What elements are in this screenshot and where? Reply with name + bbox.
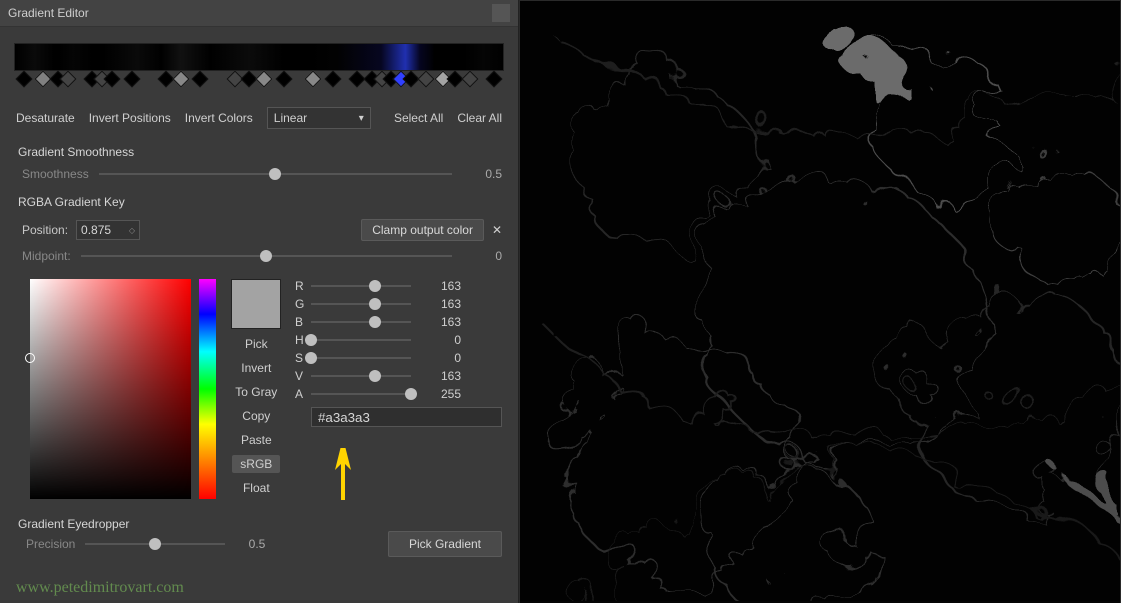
watermark-text: www.petedimitrovart.com [16,579,184,597]
close-icon[interactable]: ✕ [492,223,502,237]
window-title: Gradient Editor [8,6,89,20]
channel-slider-r[interactable] [311,279,411,293]
window-titlebar: Gradient Editor [0,0,518,27]
midpoint-slider[interactable] [81,249,452,263]
gradient-stop[interactable] [304,71,321,88]
interpolation-selected-label: Linear [274,111,307,125]
channel-label: H [295,333,305,347]
to-gray-button[interactable]: To Gray [235,383,277,401]
invert-colors-button[interactable]: Invert Colors [185,111,253,125]
channel-row-g: G 163 [295,297,502,311]
channel-slider-b[interactable] [311,315,411,329]
precision-slider[interactable] [85,537,225,551]
gradient-editor-panel: Gradient Editor Desaturate Invert Positi… [0,0,519,603]
gradient-stop[interactable] [486,71,503,88]
channel-row-r: R 163 [295,279,502,293]
texture-preview[interactable] [519,0,1121,603]
channel-label: G [295,297,305,311]
eyedropper-header: Gradient Eyedropper [0,503,518,533]
hue-bar[interactable] [199,279,216,499]
gradient-stop[interactable] [255,71,272,88]
gradient-stop[interactable] [417,71,434,88]
srgb-toggle[interactable]: sRGB [232,455,280,473]
hex-row [295,407,502,427]
channel-value: 163 [417,315,461,329]
gradient-stop[interactable] [324,71,341,88]
channel-row-s: S0 [295,351,502,365]
color-actions-column: Pick Invert To Gray Copy Paste sRGB Floa… [230,279,283,499]
position-value: 0.875 [81,223,111,237]
channel-label: S [295,351,305,365]
channel-value: 163 [417,297,461,311]
channel-label: V [295,369,305,383]
float-toggle[interactable]: Float [243,479,270,497]
midpoint-label: Midpoint: [22,249,71,263]
channel-label: A [295,387,305,401]
smoothness-label: Smoothness [22,167,89,181]
channel-value: 0 [417,333,461,347]
channel-row-b: B 163 [295,315,502,329]
channel-slider-h[interactable] [311,333,411,347]
channel-value: 163 [417,279,461,293]
select-all-button[interactable]: Select All [394,111,443,125]
channel-label: B [295,315,305,329]
position-label: Position: [22,223,68,237]
invert-button[interactable]: Invert [241,359,271,377]
channel-row-v: V 163 [295,369,502,383]
desaturate-button[interactable]: Desaturate [16,111,75,125]
paste-button[interactable]: Paste [241,431,272,449]
clamp-output-color-button[interactable]: Clamp output color [361,219,484,241]
current-color-swatch[interactable] [231,279,281,329]
smoothness-header: Gradient Smoothness [0,135,518,163]
close-icon[interactable] [492,4,510,22]
pick-button[interactable]: Pick [245,335,268,353]
sv-cursor-icon [25,353,35,363]
interpolation-select[interactable]: Linear ▾ [267,107,371,129]
gradient-stop[interactable] [123,71,140,88]
color-picker-block: Pick Invert To Gray Copy Paste sRGB Floa… [0,267,518,503]
chevron-down-icon: ▾ [359,113,364,124]
rgba-key-header: RGBA Gradient Key [0,185,518,213]
gradient-stop[interactable] [104,71,121,88]
channel-value: 163 [417,369,461,383]
smoothness-slider[interactable] [99,167,452,181]
gradient-stop[interactable] [192,71,209,88]
channel-sliders: R163G163B163H0S0V163A255 [295,279,502,499]
smoothness-value: 0.5 [462,167,502,181]
precision-value: 0.5 [235,537,265,551]
clear-all-button[interactable]: Clear All [457,111,502,125]
precision-label: Precision [26,537,75,551]
gradient-strip[interactable] [14,43,504,71]
channel-value: 255 [417,387,461,401]
midpoint-value: 0 [462,249,502,263]
gradient-stop[interactable] [59,71,76,88]
channel-row-h: H0 [295,333,502,347]
gradient-stop[interactable] [461,71,478,88]
channel-row-a: A 255 [295,387,502,401]
sv-color-field[interactable] [30,279,191,499]
gradient-stop[interactable] [172,71,189,88]
hex-input[interactable] [311,407,502,427]
gradient-stops-row[interactable] [14,73,504,87]
channel-slider-g[interactable] [311,297,411,311]
gradient-preview-area [0,27,518,87]
gradient-toolbar: Desaturate Invert Positions Invert Color… [0,87,518,135]
channel-slider-s[interactable] [311,351,411,365]
copy-button[interactable]: Copy [242,407,270,425]
channel-value: 0 [417,351,461,365]
channel-slider-v[interactable] [311,369,411,383]
spinner-icon: ◇ [129,226,135,235]
gradient-stop[interactable] [275,71,292,88]
position-input[interactable]: 0.875 ◇ [76,220,140,240]
gradient-stop[interactable] [15,71,32,88]
channel-slider-a[interactable] [311,387,411,401]
channel-label: R [295,279,305,293]
pick-gradient-button[interactable]: Pick Gradient [388,531,502,557]
invert-positions-button[interactable]: Invert Positions [89,111,171,125]
